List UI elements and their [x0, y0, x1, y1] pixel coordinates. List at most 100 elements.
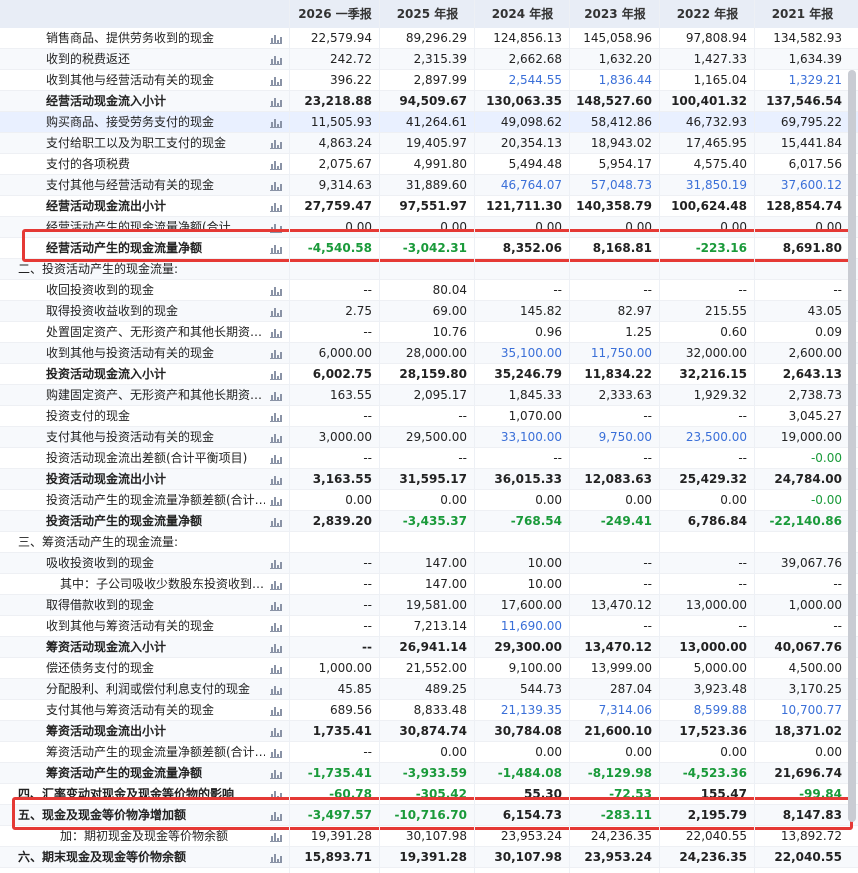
table-row[interactable]: 收到其他与筹资活动有关的现金 -- 7,213.14 11,690.00 -- -- --	[0, 616, 858, 637]
cell-value[interactable]: 11,690.00	[475, 616, 562, 636]
cell-value: --	[833, 619, 842, 633]
table-row[interactable]: 经营活动现金流出小计 27,759.47 97,551.97 121,711.30 14…	[0, 196, 858, 217]
column-header[interactable]: 2022 年报	[660, 0, 755, 28]
table-row[interactable]: 支付其他与筹资活动有关的现金 689.56 8,833.48 21,139.35 7,3…	[0, 700, 858, 721]
bar-chart-icon[interactable]	[270, 54, 282, 65]
table-row[interactable]: 偿还债务支付的现金 1,000.00 21,552.00 9,100.00 13,999…	[0, 658, 858, 679]
bar-chart-icon[interactable]	[270, 285, 282, 296]
cell-value[interactable]: 1,836.44	[570, 70, 652, 90]
table-row[interactable]: 二、投资活动产生的现金流量:	[0, 259, 858, 280]
table-row[interactable]: 六、期末现金及现金等价物余额 15,893.71 19,391.28 30,107.9…	[0, 847, 858, 868]
bar-chart-icon[interactable]	[270, 348, 282, 359]
table-row[interactable]: 收到其他与经营活动有关的现金 396.22 2,897.99 2,544.55 1,83…	[0, 70, 858, 91]
table-row[interactable]: 筹资活动现金流入小计 -- 26,941.14 29,300.00 13,470.12 1…	[0, 637, 858, 658]
table-row[interactable]: 购建固定资产、无形资产和其他长期资… 163.55 2,095.17 1,845.33…	[0, 385, 858, 406]
cell-value[interactable]: 37,600.12	[755, 175, 842, 195]
bar-chart-icon[interactable]	[270, 684, 282, 695]
cell-value: 97,551.97	[399, 199, 467, 213]
table-row[interactable]: 购买商品、接受劳务支付的现金 11,505.93 41,264.61 49,098.6…	[0, 112, 858, 133]
bar-chart-icon[interactable]	[270, 831, 282, 842]
scrollbar[interactable]	[848, 70, 856, 822]
cell-value[interactable]: 33,100.00	[475, 427, 562, 447]
bar-chart-icon[interactable]	[270, 33, 282, 44]
bar-chart-icon[interactable]	[270, 390, 282, 401]
table-row[interactable]: 经营活动现金流入小计 23,218.88 94,509.67 130,063.35 14…	[0, 91, 858, 112]
bar-chart-icon[interactable]	[270, 138, 282, 149]
table-row[interactable]: 投资活动现金流出差额(合计平衡项目) -- -- -- -- -- -0.00	[0, 448, 858, 469]
row-label: 销售商品、提供劳务收到的现金	[46, 31, 215, 45]
cell-value[interactable]: 11,750.00	[570, 343, 652, 363]
bar-chart-icon[interactable]	[270, 117, 282, 128]
bar-chart-icon[interactable]	[270, 516, 282, 527]
row-label: 购买商品、接受劳务支付的现金	[46, 115, 215, 129]
bar-chart-icon[interactable]	[270, 453, 282, 464]
table-row[interactable]: 支付其他与经营活动有关的现金 9,314.63 31,889.60 46,764.07…	[0, 175, 858, 196]
cell-value[interactable]: 35,100.00	[475, 343, 562, 363]
bar-chart-icon[interactable]	[270, 327, 282, 338]
table-row[interactable]: 取得借款收到的现金 -- 19,581.00 17,600.00 13,470.12 13…	[0, 595, 858, 616]
column-header[interactable]: 2023 年报	[570, 0, 660, 28]
cell-value[interactable]: 10,700.77	[755, 700, 842, 720]
table-row[interactable]: 支付的各项税费 2,075.67 4,991.80 5,494.48 5,954.17 4…	[0, 154, 858, 175]
cell-value[interactable]: 57,048.73	[570, 175, 652, 195]
table-row[interactable]: 投资活动现金流出小计 3,163.55 31,595.17 36,015.33 12,0…	[0, 469, 858, 490]
table-row[interactable]: 三、筹资活动产生的现金流量:	[0, 532, 858, 553]
table-row[interactable]: 筹资活动产生的现金流量净额差额(合计… -- 0.00 0.00 0.00 0.00 0.0…	[0, 742, 858, 763]
table-row[interactable]: 筹资活动现金流出小计 1,735.41 30,874.74 30,784.08 21,6…	[0, 721, 858, 742]
cell-value[interactable]: 1,329.21	[755, 70, 842, 90]
bar-chart-icon[interactable]	[270, 747, 282, 758]
table-row[interactable]: 投资活动现金流入小计 6,002.75 28,159.80 35,246.79 11,8…	[0, 364, 858, 385]
table-row[interactable]: 其中：子公司吸收少数股东投资收到… -- 147.00 10.00 -- -- --	[0, 574, 858, 595]
bar-chart-icon[interactable]	[270, 579, 282, 590]
bar-chart-icon[interactable]	[270, 642, 282, 653]
bar-chart-icon[interactable]	[270, 75, 282, 86]
cell-value[interactable]: 2,544.55	[475, 70, 562, 90]
cell-value[interactable]: 46,764.07	[475, 175, 562, 195]
bar-chart-icon[interactable]	[270, 180, 282, 191]
table-row[interactable]: 吸收投资收到的现金 -- 147.00 10.00 -- -- 39,067.76	[0, 553, 858, 574]
table-row[interactable]: 分配股利、利润或偿付利息支付的现金 45.85 489.25 544.73 287.04…	[0, 679, 858, 700]
bar-chart-icon[interactable]	[270, 852, 282, 863]
bar-chart-icon[interactable]	[270, 600, 282, 611]
bar-chart-icon[interactable]	[270, 726, 282, 737]
cell-value[interactable]: 8,599.88	[660, 700, 747, 720]
bar-chart-icon[interactable]	[270, 159, 282, 170]
column-header[interactable]: 2021 年报	[755, 0, 850, 28]
cell-value: 4,500.00	[788, 661, 842, 675]
cell-value[interactable]: 9,750.00	[570, 427, 652, 447]
bar-chart-icon[interactable]	[270, 369, 282, 380]
bar-chart-icon[interactable]	[270, 663, 282, 674]
cell-value: 2,095.17	[413, 388, 467, 402]
bar-chart-icon[interactable]	[270, 474, 282, 485]
table-row[interactable]: 处置固定资产、无形资产和其他长期资… -- 10.76 0.96 1.25 0.60 0.0…	[0, 322, 858, 343]
column-header[interactable]: 2024 年报	[475, 0, 570, 28]
bar-chart-icon[interactable]	[270, 201, 282, 212]
bar-chart-icon[interactable]	[270, 495, 282, 506]
table-row[interactable]: 收到其他与投资活动有关的现金 6,000.00 28,000.00 35,100.00…	[0, 343, 858, 364]
bar-chart-icon[interactable]	[270, 96, 282, 107]
bar-chart-icon[interactable]	[270, 558, 282, 569]
cell-value[interactable]: 7,314.06	[570, 700, 652, 720]
table-row[interactable]: 筹资活动产生的现金流量净额 -1,735.41 -3,933.59 -1,484.08…	[0, 763, 858, 784]
table-row[interactable]: 支付其他与投资活动有关的现金 3,000.00 29,500.00 33,100.00…	[0, 427, 858, 448]
bar-chart-icon[interactable]	[270, 306, 282, 317]
column-header[interactable]: 2026 一季报	[290, 0, 380, 28]
table-row[interactable]: 收到的税费返还 242.72 2,315.39 2,662.68 1,632.20 1,4…	[0, 49, 858, 70]
bar-chart-icon[interactable]	[270, 432, 282, 443]
table-row[interactable]: 投资支付的现金 -- -- 1,070.00 -- -- 3,045.27	[0, 406, 858, 427]
table-row[interactable]: 投资活动产生的现金流量净额差额(合计… 0.00 0.00 0.00 0.00 0.00 -…	[0, 490, 858, 511]
cell-value: 23,953.24	[584, 850, 652, 864]
bar-chart-icon[interactable]	[270, 768, 282, 779]
bar-chart-icon[interactable]	[270, 621, 282, 632]
cell-value[interactable]: 31,850.19	[660, 175, 747, 195]
table-row[interactable]: 收回投资收到的现金 -- 80.04 -- -- -- --	[0, 280, 858, 301]
cell-value[interactable]: 23,500.00	[660, 427, 747, 447]
cell-value[interactable]: 21,139.35	[475, 700, 562, 720]
table-row[interactable]: 取得投资收益收到的现金 2.75 69.00 145.82 82.97 215.55 43.…	[0, 301, 858, 322]
bar-chart-icon[interactable]	[270, 411, 282, 422]
bar-chart-icon[interactable]	[270, 705, 282, 716]
table-row[interactable]: 支付给职工以及为职工支付的现金 4,863.24 19,405.97 20,354.1…	[0, 133, 858, 154]
column-header[interactable]: 2025 年报	[380, 0, 475, 28]
table-row[interactable]: 销售商品、提供劳务收到的现金 22,579.94 89,296.29 124,856.…	[0, 28, 858, 49]
table-row[interactable]: 投资活动产生的现金流量净额 2,839.20 -3,435.37 -768.54 -24…	[0, 511, 858, 532]
